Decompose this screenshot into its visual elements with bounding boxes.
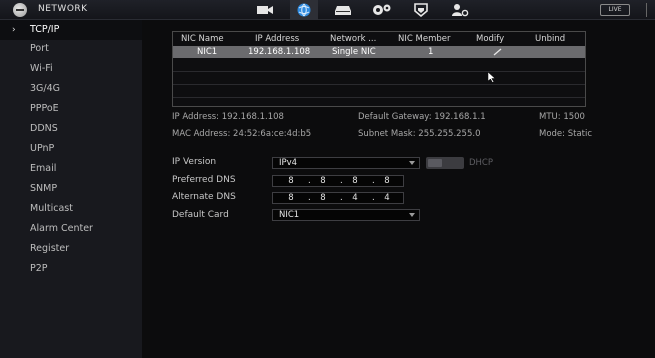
network-mode-cell: Single NIC [332,47,376,57]
sidebar: › TCP/IP Port Wi-Fi 3G/4G PPPoE DDNS UPn… [0,20,142,358]
sidebar-item-multicast[interactable]: Multicast [0,199,142,219]
ip-version-select[interactable]: IPv4 [272,157,420,169]
sidebar-item-ddns[interactable]: DDNS [0,119,142,139]
column-header: IP Address [255,34,300,44]
alternate-dns-label: Alternate DNS [172,192,236,202]
preferred-dns-input[interactable]: 8 . 8 . 8 . 8 [272,175,404,187]
dns-octet[interactable]: 4 [343,193,367,203]
sidebar-item-label: 3G/4G [30,83,61,94]
dns-octet[interactable]: 8 [343,176,367,186]
dns-octet[interactable]: 8 [311,176,335,186]
dns-octet[interactable]: 8 [375,176,399,186]
column-header: Unbind [535,34,566,44]
dropdown-arrow-icon [409,213,415,217]
account-icon[interactable] [446,0,474,20]
row-divider [173,84,585,85]
mac-address-info: MAC Address: 24:52:6a:ce:4d:b5 [172,129,312,139]
sidebar-item-label: DDNS [30,123,58,134]
main-panel: NIC Name IP Address Network ... NIC Memb… [142,20,655,358]
sidebar-item-label: SNMP [30,183,58,194]
preferred-dns-label: Preferred DNS [172,175,236,185]
sidebar-item-label: Email [30,163,57,174]
sidebar-item-label: Alarm Center [30,223,93,234]
dns-octet[interactable]: 4 [375,193,399,203]
sidebar-item-pppoe[interactable]: PPPoE [0,99,142,119]
sidebar-item-label: Multicast [30,203,73,214]
row-divider [173,97,585,98]
dns-octet[interactable]: 8 [279,176,303,186]
security-shield-icon[interactable] [407,0,435,20]
column-header: NIC Member [398,34,451,44]
column-header: NIC Name [181,34,224,44]
sidebar-item-3g-4g[interactable]: 3G/4G [0,79,142,99]
mouse-cursor-icon [488,72,496,83]
sidebar-item-label: PPPoE [30,103,59,114]
system-settings-icon[interactable] [368,0,396,20]
dhcp-toggle[interactable] [426,157,464,169]
sidebar-item-register[interactable]: Register [0,239,142,259]
sidebar-item-label: UPnP [30,143,55,154]
sidebar-item-email[interactable]: Email [0,159,142,179]
sidebar-item-label: Wi-Fi [30,63,53,74]
sidebar-item-upnp[interactable]: UPnP [0,139,142,159]
edit-pencil-icon[interactable] [493,48,503,56]
subnet-mask-info: Subnet Mask: 255.255.255.0 [358,129,481,139]
nic-member-cell: 1 [428,47,434,57]
dns-octet[interactable]: 8 [279,193,303,203]
network-icon[interactable] [290,0,318,20]
sidebar-item-wi-fi[interactable]: Wi-Fi [0,59,142,79]
ip-version-value: IPv4 [279,158,298,168]
sidebar-item-label: TCP/IP [30,24,60,35]
chevron-right-icon: › [12,25,16,35]
camera-icon[interactable] [251,0,279,20]
sidebar-item-tcp-ip[interactable]: › TCP/IP [0,20,142,40]
mode-info: Mode: Static [539,129,593,139]
column-header: Network ... [330,34,377,44]
table-header: NIC Name IP Address Network ... NIC Memb… [173,32,585,46]
dhcp-label: DHCP [469,158,493,168]
alternate-dns-input[interactable]: 8 . 8 . 4 . 4 [272,192,404,204]
sidebar-item-label: Register [30,243,70,254]
table-row[interactable]: NIC1 192.168.1.108 Single NIC 1 [173,46,585,58]
default-card-value: NIC1 [279,210,300,220]
column-header: Modify [476,34,505,44]
sidebar-item-port[interactable]: Port [0,39,142,59]
nic-table: NIC Name IP Address Network ... NIC Memb… [172,31,586,107]
storage-icon[interactable] [329,0,357,20]
top-bar: NETWORK LIVE [0,0,655,20]
sidebar-item-label: P2P [30,263,48,274]
sidebar-item-snmp[interactable]: SNMP [0,179,142,199]
sidebar-item-p2p[interactable]: P2P [0,259,142,279]
dropdown-arrow-icon [409,161,415,165]
divider [646,3,647,17]
page-title: NETWORK [38,4,88,14]
sidebar-item-label: Port [30,43,49,54]
nic-name-cell: NIC1 [197,47,218,57]
brand-logo-icon [13,3,27,17]
ip-version-label: IP Version [172,157,217,167]
live-button[interactable]: LIVE [600,4,630,16]
ip-address-info: IP Address: 192.168.1.108 [172,112,284,122]
row-divider [173,71,585,72]
sidebar-item-alarm-center[interactable]: Alarm Center [0,219,142,239]
default-card-label: Default Card [172,210,229,220]
ip-address-cell: 192.168.1.108 [248,47,311,57]
default-card-select[interactable]: NIC1 [272,209,420,221]
dns-octet[interactable]: 8 [311,193,335,203]
mtu-info: MTU: 1500 [539,112,585,122]
default-gateway-info: Default Gateway: 192.168.1.1 [358,112,486,122]
